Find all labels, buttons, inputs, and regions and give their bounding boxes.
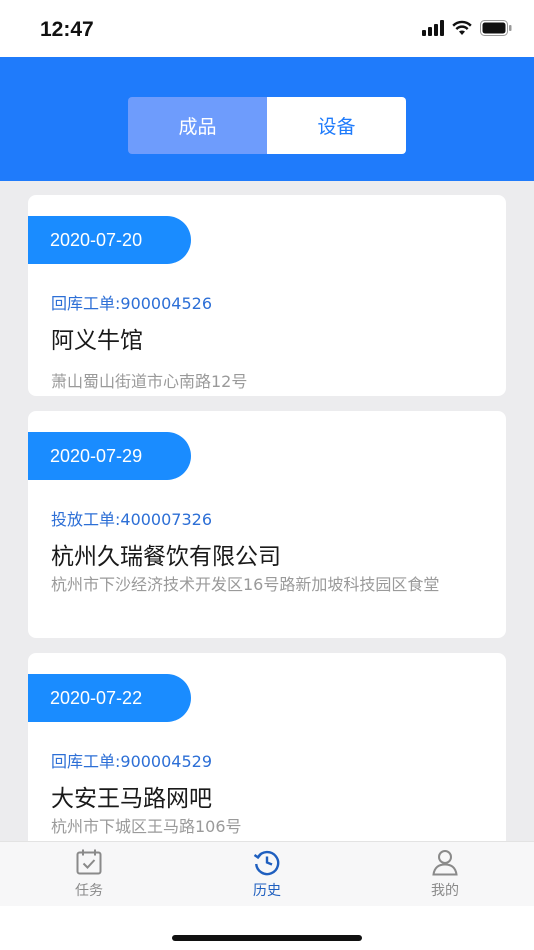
tab-equipment[interactable]: 设备 [267, 97, 406, 154]
date-tag: 2020-07-29 [28, 432, 191, 480]
history-card[interactable]: 2020-07-20 回库工单:900004526 阿义牛馆 萧山蜀山街道市心南… [28, 195, 506, 396]
tab-history-label: 历史 [253, 883, 281, 899]
signal-icon [422, 20, 444, 36]
wifi-icon [452, 20, 472, 35]
tab-task[interactable]: 任务 [0, 842, 178, 906]
status-time: 12:47 [40, 18, 94, 41]
segment-control: 成品 设备 [128, 97, 406, 154]
home-indicator-area [0, 906, 534, 950]
tab-history[interactable]: 历史 [178, 842, 356, 906]
merchant-name: 阿义牛馆 [51, 328, 143, 354]
tab-mine-label: 我的 [431, 883, 459, 899]
merchant-name: 杭州久瑞餐饮有限公司 [51, 544, 281, 570]
home-indicator[interactable] [172, 935, 362, 941]
order-number: 投放工单:400007326 [51, 510, 213, 529]
merchant-address: 萧山蜀山街道市心南路12号 [51, 372, 248, 391]
merchant-address: 杭州市下沙经济技术开发区16号路新加坡科技园区食堂 [51, 575, 440, 594]
merchant-address: 杭州市下城区王马路106号 [51, 817, 242, 836]
date-tag: 2020-07-20 [28, 216, 191, 264]
status-icons [422, 20, 512, 36]
order-number: 回库工单:900004529 [51, 752, 213, 771]
history-list[interactable]: 2020-07-20 回库工单:900004526 阿义牛馆 萧山蜀山街道市心南… [0, 181, 534, 841]
calendar-check-icon [76, 849, 102, 875]
order-number: 回库工单:900004526 [51, 294, 213, 313]
history-card[interactable]: 2020-07-22 回库工单:900004529 大安王马路网吧 杭州市下城区… [28, 653, 506, 841]
tab-mine[interactable]: 我的 [356, 842, 534, 906]
user-icon [432, 850, 458, 876]
tab-task-label: 任务 [75, 883, 103, 899]
date-tag: 2020-07-22 [28, 674, 191, 722]
battery-icon [480, 20, 512, 36]
merchant-name: 大安王马路网吧 [51, 786, 212, 812]
header: 成品 设备 [0, 57, 534, 181]
tab-bar: 任务 历史 我的 [0, 841, 534, 906]
tab-finished-goods[interactable]: 成品 [128, 97, 267, 154]
history-icon [253, 850, 280, 876]
status-bar: 12:47 [0, 0, 534, 57]
history-card[interactable]: 2020-07-29 投放工单:400007326 杭州久瑞餐饮有限公司 杭州市… [28, 411, 506, 638]
